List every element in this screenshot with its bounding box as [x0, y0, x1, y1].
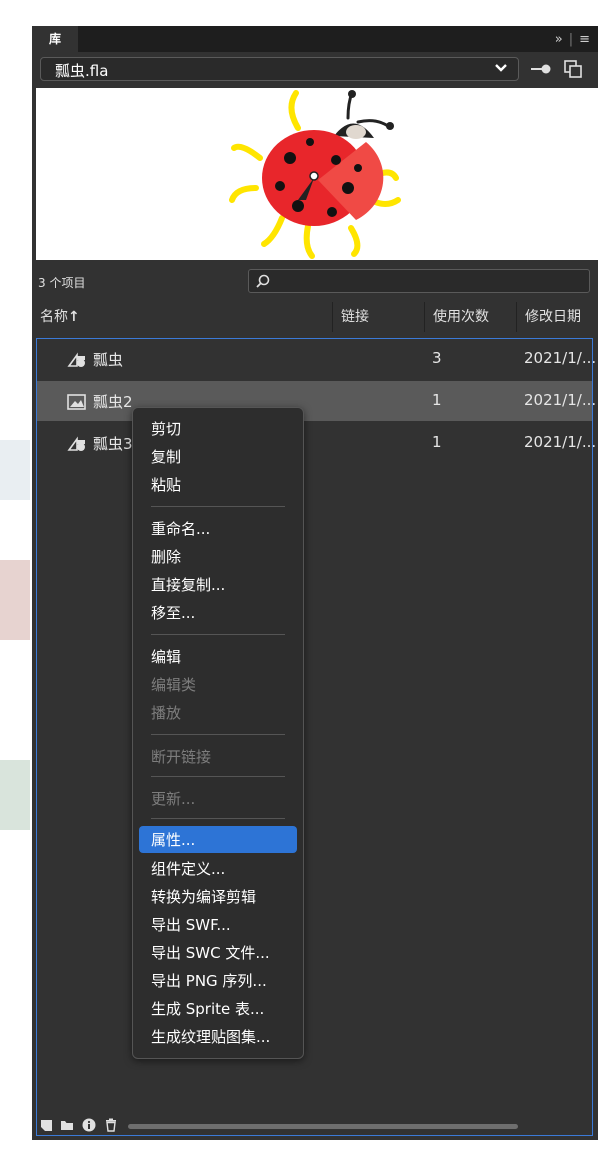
item-name: 瓢虫2 [93, 393, 133, 411]
ladybug-image [229, 90, 401, 259]
menu-item-rename[interactable]: 重命名... [151, 516, 210, 542]
menu-item-export-swf[interactable]: 导出 SWF... [151, 912, 231, 938]
item-use-count: 3 [432, 349, 442, 367]
column-header-use-count[interactable]: 使用次数 [424, 302, 516, 332]
item-date: 2021/1/... [524, 391, 597, 409]
menu-item-move-to[interactable]: 移至... [151, 600, 195, 626]
file-name: 瓢虫.fla [55, 62, 109, 80]
menu-separator [151, 506, 285, 507]
menu-item-component-definition[interactable]: 组件定义... [151, 856, 225, 882]
graphic-symbol-icon [67, 352, 85, 367]
library-item-row[interactable]: 瓢虫 3 2021/1/... [37, 339, 596, 379]
menu-item-convert-to-compiled-clip[interactable]: 转换为编译剪辑 [151, 884, 256, 910]
menu-item-duplicate[interactable]: 直接复制... [151, 572, 225, 598]
menu-item-cut[interactable]: 剪切 [151, 416, 181, 442]
menu-item-update: 更新... [151, 790, 196, 808]
menu-separator [151, 776, 285, 777]
library-item-list: 瓢虫 3 2021/1/... 瓢虫2 1 2021/1/... 瓢虫3 1 2… [36, 338, 596, 1136]
trash-icon[interactable] [104, 1118, 118, 1132]
menu-separator [151, 634, 285, 635]
menu-separator [151, 734, 285, 735]
menu-item-copy[interactable]: 复制 [151, 444, 181, 470]
symbol-preview [36, 88, 598, 260]
file-dropdown[interactable]: 瓢虫.fla [40, 57, 519, 81]
menu-item-export-png-sequence[interactable]: 导出 PNG 序列... [151, 968, 267, 994]
item-name: 瓢虫 [93, 351, 124, 369]
menu-item-delete[interactable]: 删除 [151, 544, 181, 570]
context-menu: 剪切 复制 粘贴 重命名... 删除 直接复制... 移至... 编辑 编辑类 … [132, 407, 304, 1059]
overflow-icon[interactable]: » [555, 32, 563, 47]
library-panel: 库 » | ≡ 瓢虫.fla 3 个项目 名称↑ 链接 使用次数 修改日期 瓢虫… [32, 26, 598, 1140]
new-library-panel-icon[interactable] [564, 60, 582, 78]
graphic-symbol-icon [67, 436, 85, 451]
menu-item-edit[interactable]: 编辑 [151, 644, 181, 670]
pin-icon[interactable] [530, 62, 552, 76]
background-window-strip [0, 0, 30, 1165]
panel-menu-icon[interactable]: ≡ [579, 32, 590, 47]
menu-item-paste[interactable]: 粘贴 [151, 472, 181, 498]
sort-ascending-icon: ↑ [68, 309, 80, 325]
column-header-linkage[interactable]: 链接 [332, 302, 424, 332]
tabbar-divider: | [568, 31, 574, 47]
item-use-count: 1 [432, 391, 442, 409]
column-headers: 名称↑ 链接 使用次数 修改日期 [32, 302, 598, 332]
item-name: 瓢虫3 [93, 435, 133, 453]
tab-library[interactable]: 库 [32, 26, 78, 52]
item-date: 2021/1/... [524, 349, 597, 367]
chevron-down-icon [495, 64, 507, 72]
menu-item-break-link: 断开链接 [151, 748, 212, 766]
menu-item-play: 播放 [151, 704, 182, 722]
info-icon[interactable] [82, 1118, 96, 1132]
search-icon [256, 274, 270, 288]
item-date: 2021/1/... [524, 433, 597, 451]
menu-separator [151, 818, 285, 819]
horizontal-scrollbar[interactable] [128, 1124, 518, 1129]
library-item-row-selected[interactable]: 瓢虫2 1 2021/1/... [37, 381, 596, 421]
menu-item-generate-sprite-sheet[interactable]: 生成 Sprite 表... [151, 996, 264, 1022]
column-name-label: 名称 [40, 309, 68, 325]
column-header-date-modified[interactable]: 修改日期 [516, 302, 598, 332]
library-toolbar [36, 1116, 593, 1136]
bitmap-icon [67, 393, 86, 410]
file-row: 瓢虫.fla [32, 56, 598, 82]
column-header-name[interactable]: 名称↑ [32, 302, 332, 332]
menu-item-export-swc[interactable]: 导出 SWC 文件... [151, 940, 270, 966]
menu-item-properties[interactable]: 属性... [151, 827, 195, 853]
menu-item-generate-texture-atlas[interactable]: 生成纹理贴图集... [151, 1024, 270, 1050]
menu-item-edit-class: 编辑类 [151, 676, 197, 694]
panel-tab-bar: 库 » | ≡ [32, 26, 598, 52]
item-count: 3 个项目 [38, 276, 86, 290]
item-use-count: 1 [432, 433, 442, 451]
search-input[interactable] [248, 269, 590, 293]
library-item-row[interactable]: 瓢虫3 1 2021/1/... [37, 423, 596, 463]
new-symbol-icon[interactable] [40, 1118, 54, 1132]
new-folder-icon[interactable] [60, 1118, 74, 1132]
